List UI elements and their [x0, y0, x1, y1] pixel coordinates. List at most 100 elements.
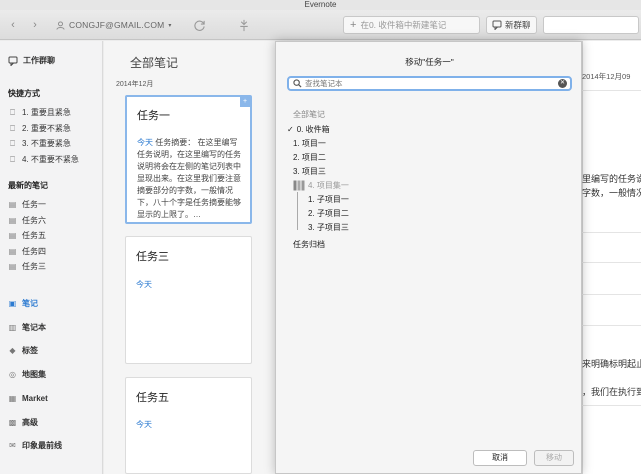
note-card-date: 今天 [137, 138, 153, 147]
tree-item-label: 3. 子项目三 [308, 223, 349, 232]
caret-down-icon: ▾ [168, 22, 172, 29]
sync-icon [193, 20, 205, 31]
search-field[interactable] [543, 16, 639, 34]
sidebar-item-label: 笔记本 [22, 323, 46, 332]
sidebar-item-label: 标签 [22, 346, 38, 355]
checkmark-icon: ✓ [287, 125, 294, 134]
tree-item-all-notes[interactable]: 全部笔记 [293, 109, 325, 120]
tree-item-stack[interactable]: 4. 项目集一 [293, 180, 349, 191]
sidebar-item-recent-5[interactable]: ▤ 任务三 [8, 261, 46, 272]
sidebar-item-shortcut-1[interactable]: ⎕ 1. 重要且紧急 [8, 107, 71, 118]
notebook-search[interactable]: ✕ [287, 76, 572, 91]
new-note-button[interactable]: + 在0. 收件箱中新建笔记 [343, 16, 480, 34]
sidebar-item-recent-3[interactable]: ▤ 任务五 [8, 230, 46, 241]
note-editor-text: 字数，一般情况 [582, 188, 641, 198]
sidebar-item-recent-4[interactable]: ▤ 任务四 [8, 246, 46, 257]
move-button[interactable]: 移动 [534, 450, 574, 466]
chat-icon [492, 20, 502, 30]
sidebar-item-label: 笔记 [22, 299, 38, 308]
note-icon: ▤ [8, 200, 17, 209]
lock-icon: ⎕ [10, 123, 15, 133]
note-icon: ▤ [8, 247, 17, 256]
move-note-dialog: 移动"任务一" ✕ 全部笔记 ✓ 0. 收件箱 1. 项目一 2. 项目二 3.… [275, 41, 582, 474]
note-card[interactable]: 任务三 今天 [125, 236, 252, 364]
tree-item-subproject-2[interactable]: 2. 子项目二 [308, 208, 349, 219]
search-icon [293, 79, 302, 88]
note-icon: ▤ [8, 262, 17, 271]
note-card-title: 任务三 [136, 251, 169, 263]
sync-button[interactable] [190, 16, 208, 34]
sidebar-item-notebooks[interactable]: ▥ 笔记本 [8, 322, 46, 333]
sidebar-item-shortcut-2[interactable]: ⎕ 2. 重要不紧急 [8, 123, 71, 134]
chat-icon [8, 56, 18, 66]
chevron-left-icon: ‹ [11, 19, 15, 31]
window-title: Evernote [0, 0, 641, 10]
tree-item-label: 0. 收件箱 [296, 125, 330, 134]
divider [582, 325, 641, 326]
sidebar-item-notes[interactable]: ▣ 笔记 [8, 298, 38, 309]
tree-item-inbox[interactable]: ✓ 0. 收件箱 [287, 124, 330, 135]
corner-icon: + [240, 97, 250, 107]
sidebar-item-market[interactable]: ▦ Market [8, 393, 48, 403]
note-editor-text: ，我们在执行到 [582, 387, 641, 397]
sidebar-item-label: 地图集 [22, 370, 46, 379]
activity-button[interactable] [235, 16, 253, 34]
note-editor[interactable] [582, 41, 641, 474]
note-card-snippet-text: 任务摘要： 在这里编写任务说明，在这里编写的任务说明将会在左侧的笔记列表中显现出… [137, 138, 241, 219]
notebook-search-input[interactable] [305, 79, 555, 88]
new-chat-button[interactable]: 新群聊 [486, 16, 537, 34]
toolbar: ‹ › CONGJF@GMAIL.COM ▾ + 在0. 收件箱中新建笔记 新群… [0, 10, 641, 40]
note-icon: ▤ [8, 216, 17, 225]
market-icon: ▦ [8, 393, 17, 403]
tree-item-label: 3. 项目三 [293, 167, 326, 176]
trunk-icon: ✉ [9, 441, 16, 450]
note-card[interactable]: 任务五 今天 [125, 377, 252, 474]
dialog-title: 移动"任务一" [405, 57, 454, 67]
tree-item-subproject-1[interactable]: 1. 子项目一 [308, 194, 349, 205]
tree-item-label: 4. 项目集一 [308, 181, 349, 190]
cancel-button[interactable]: 取消 [473, 450, 527, 466]
notes-icon: ▣ [8, 299, 17, 308]
tree-item-project-1[interactable]: 1. 项目一 [293, 138, 326, 149]
note-icon: ▤ [8, 231, 17, 240]
sidebar [0, 41, 103, 474]
account-menu[interactable]: CONGJF@GMAIL.COM ▾ [56, 17, 172, 33]
sidebar-item-label: 任务四 [22, 247, 46, 256]
divider [582, 262, 641, 263]
sidebar-item-label: 任务三 [22, 262, 46, 271]
plus-icon: + [350, 19, 357, 31]
sidebar-item-shortcut-3[interactable]: ⎕ 3. 不重要紧急 [8, 138, 71, 149]
sidebar-item-label: Market [22, 393, 48, 403]
tree-item-archive[interactable]: 任务归档 [293, 239, 325, 250]
sidebar-item-premium[interactable]: ▩ 高级 [8, 417, 38, 428]
new-note-label: 在0. 收件箱中新建笔记 [360, 20, 447, 30]
tree-item-subproject-3[interactable]: 3. 子项目三 [308, 222, 349, 233]
clear-icon[interactable]: ✕ [558, 79, 567, 88]
activity-icon [240, 19, 248, 31]
sidebar-item-recent-1[interactable]: ▤ 任务一 [8, 199, 46, 210]
sidebar-item-recent-2[interactable]: ▤ 任务六 [8, 215, 46, 226]
note-list-title: 全部笔记 [130, 56, 179, 70]
note-card-selected[interactable]: + 任务一 今天 任务摘要： 在这里编写任务说明，在这里编写的任务说明将会在左侧… [125, 95, 252, 224]
tree-item-label: 1. 子项目一 [308, 195, 349, 204]
tree-item-project-3[interactable]: 3. 项目三 [293, 166, 326, 177]
note-editor-date: 2014年12月09 [582, 72, 631, 81]
sidebar-item-label: 任务六 [22, 216, 46, 225]
note-card-title: 任务五 [136, 392, 169, 404]
shortcuts-header: 快捷方式 [8, 89, 40, 98]
sidebar-item-work-chat[interactable]: 工作群聊 [8, 55, 55, 66]
tree-item-project-2[interactable]: 2. 项目二 [293, 152, 326, 163]
sidebar-item-tags[interactable]: ◆ 标签 [8, 345, 38, 356]
tree-item-label: 任务归档 [293, 240, 325, 249]
sidebar-item-trunk[interactable]: ✉ 印象最前线 [8, 440, 62, 451]
lock-icon: ⎕ [10, 107, 15, 117]
lock-icon: ⎕ [10, 138, 15, 148]
recent-notes-header: 最新的笔记 [8, 181, 48, 190]
tree-item-label: 2. 子项目二 [308, 209, 349, 218]
back-button[interactable]: ‹ [6, 16, 20, 34]
note-editor-text: 里编写的任务说 [582, 174, 641, 184]
forward-button[interactable]: › [28, 16, 42, 34]
sidebar-item-atlas[interactable]: ◎ 地图集 [8, 369, 46, 380]
sidebar-item-shortcut-4[interactable]: ⎕ 4. 不重要不紧急 [8, 154, 79, 165]
tree-connector [297, 192, 298, 230]
